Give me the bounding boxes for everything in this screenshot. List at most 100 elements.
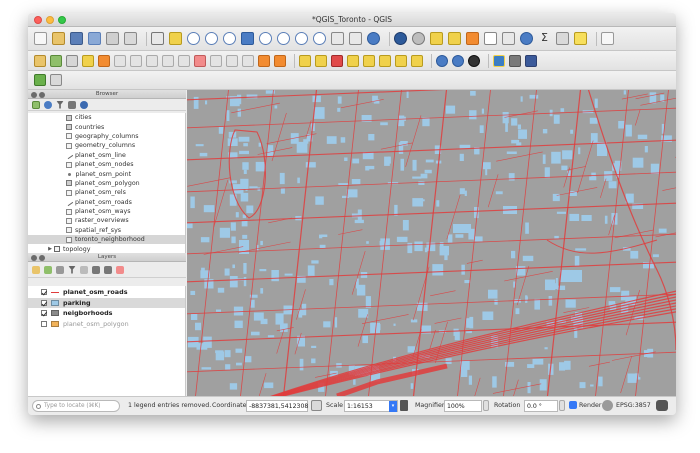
zoom-native-icon[interactable] bbox=[223, 32, 236, 45]
pan-hand-icon[interactable] bbox=[151, 32, 164, 45]
processing-toolbox-icon[interactable] bbox=[520, 32, 533, 45]
map-tips-icon[interactable] bbox=[574, 32, 587, 45]
vertex-tool-icon[interactable] bbox=[162, 54, 174, 67]
move-label-icon[interactable] bbox=[363, 54, 375, 67]
browser-item[interactable]: toronto_neighborhood bbox=[28, 235, 185, 245]
zoom-next-icon[interactable] bbox=[313, 32, 326, 45]
collapse-all-layers-icon[interactable] bbox=[104, 265, 112, 274]
statistics-sigma-icon[interactable]: Σ bbox=[538, 32, 551, 45]
text-annotation-icon[interactable] bbox=[601, 32, 614, 45]
zoom-full-icon[interactable] bbox=[241, 32, 254, 45]
label-tool-icon[interactable] bbox=[299, 54, 311, 67]
bookmarks-icon[interactable] bbox=[349, 32, 362, 45]
digitize-icon[interactable] bbox=[130, 54, 142, 67]
magnifier-field[interactable]: 100% bbox=[444, 400, 482, 412]
data-source-manager-icon[interactable] bbox=[34, 54, 46, 67]
expand-all-icon[interactable] bbox=[92, 265, 100, 274]
browser-item[interactable]: geometry_columns bbox=[28, 141, 185, 150]
browser-item[interactable]: planet_osm_point bbox=[28, 169, 185, 178]
help-icon[interactable] bbox=[525, 54, 537, 67]
save-project-icon[interactable] bbox=[70, 32, 83, 45]
highlight-labels-icon[interactable] bbox=[347, 54, 359, 67]
attribute-table-icon[interactable] bbox=[484, 32, 497, 45]
toggle-extents-icon[interactable] bbox=[311, 400, 322, 411]
crs-label[interactable]: EPSG:3857 bbox=[616, 402, 651, 409]
style-manager-icon[interactable] bbox=[32, 265, 40, 274]
copy-features-icon[interactable] bbox=[226, 54, 238, 67]
browser-item[interactable]: countries bbox=[28, 122, 185, 131]
magnifier-stepper[interactable] bbox=[483, 400, 489, 411]
layer-item[interactable]: neigborhoods bbox=[28, 308, 185, 319]
layer-labeling-icon[interactable] bbox=[315, 54, 327, 67]
select-by-value-icon[interactable] bbox=[448, 32, 461, 45]
coordinate-field[interactable]: -8837381,5412308 bbox=[246, 400, 308, 412]
open-project-icon[interactable] bbox=[52, 32, 65, 45]
zoom-out-icon[interactable] bbox=[205, 32, 218, 45]
layer-visibility-checkbox[interactable] bbox=[41, 299, 47, 306]
browser-item[interactable]: geography_columns bbox=[28, 132, 185, 141]
zoom-in-icon[interactable] bbox=[187, 32, 200, 45]
rotation-field[interactable]: 0.0 ° bbox=[524, 400, 558, 412]
layer-item[interactable]: planet_osm_roads bbox=[28, 287, 185, 298]
db-manager-icon[interactable] bbox=[436, 54, 448, 67]
browser-item[interactable]: cities bbox=[28, 113, 185, 122]
rotate-label-icon[interactable] bbox=[379, 54, 391, 67]
browser-item[interactable]: planet_osm_polygon bbox=[28, 179, 185, 188]
current-edits-icon[interactable] bbox=[82, 54, 94, 67]
new-project-icon[interactable] bbox=[34, 32, 47, 45]
layer-item[interactable]: parking bbox=[28, 297, 185, 308]
move-feature-icon[interactable] bbox=[178, 54, 190, 67]
toggle-editing-pencil-icon[interactable] bbox=[98, 54, 110, 67]
browser-item[interactable]: planet_osm_line bbox=[28, 151, 185, 160]
plugin-manager-icon[interactable] bbox=[509, 54, 521, 67]
layout-manager-icon[interactable] bbox=[124, 32, 137, 45]
zoom-to-selection-icon[interactable] bbox=[259, 32, 272, 45]
browser-item[interactable]: planet_osm_nodes bbox=[28, 160, 185, 169]
map-rendering[interactable] bbox=[187, 90, 676, 396]
browser-item[interactable]: spatial_ref_sys bbox=[28, 226, 185, 235]
locator-search-field[interactable]: Type to locate (⌘K) bbox=[32, 400, 120, 412]
manage-themes-icon[interactable] bbox=[56, 265, 64, 274]
layers-close-icon[interactable] bbox=[31, 254, 37, 261]
measure-line-icon[interactable] bbox=[556, 32, 569, 45]
add-group-icon[interactable] bbox=[44, 265, 52, 274]
filter-legend-icon[interactable] bbox=[68, 265, 76, 274]
identify-icon[interactable] bbox=[394, 32, 407, 45]
browser-item[interactable]: planet_osm_ways bbox=[28, 207, 185, 216]
refresh-icon[interactable] bbox=[367, 32, 380, 45]
rotation-stepper[interactable] bbox=[559, 400, 565, 411]
messages-icon[interactable] bbox=[656, 400, 668, 411]
map-canvas[interactable] bbox=[187, 90, 676, 396]
browser-item[interactable]: raster_overviews bbox=[28, 216, 185, 225]
layer-item[interactable]: planet_osm_polygon bbox=[28, 319, 185, 330]
expand-arrow-icon[interactable]: ▶ bbox=[46, 246, 54, 252]
python-console-icon[interactable] bbox=[493, 54, 505, 67]
browser-float-icon[interactable] bbox=[39, 91, 45, 98]
layer-visibility-checkbox[interactable] bbox=[41, 289, 47, 296]
new-map-view-icon[interactable] bbox=[331, 32, 344, 45]
layer-visibility-checkbox[interactable] bbox=[41, 320, 47, 327]
render-checkbox[interactable] bbox=[569, 401, 577, 409]
paste-features-icon[interactable] bbox=[242, 54, 254, 67]
undo-icon[interactable] bbox=[258, 54, 270, 67]
add-feature-icon[interactable] bbox=[146, 54, 158, 67]
layers-float-icon[interactable] bbox=[39, 254, 45, 261]
refresh-browser-icon[interactable] bbox=[44, 100, 52, 109]
deselect-all-icon[interactable] bbox=[466, 32, 479, 45]
add-vector-layer-icon[interactable] bbox=[50, 54, 62, 67]
browser-item[interactable]: planet_osm_rels bbox=[28, 188, 185, 197]
spatial-bookmark-icon[interactable] bbox=[34, 74, 46, 86]
zoom-to-layer-icon[interactable] bbox=[277, 32, 290, 45]
add-raster-layer-icon[interactable] bbox=[66, 54, 78, 67]
layer-visibility-checkbox[interactable] bbox=[41, 310, 47, 317]
run-feature-action-icon[interactable] bbox=[412, 32, 425, 45]
show-hide-labels-icon[interactable] bbox=[411, 54, 423, 67]
print-layout-icon[interactable] bbox=[106, 32, 119, 45]
georeferencer-icon[interactable] bbox=[468, 54, 480, 67]
lock-scale-icon[interactable] bbox=[400, 400, 408, 411]
redo-icon[interactable] bbox=[274, 54, 286, 67]
metasearch-icon[interactable] bbox=[452, 54, 464, 67]
pan-to-selection-icon[interactable] bbox=[169, 32, 182, 45]
change-label-icon[interactable] bbox=[395, 54, 407, 67]
cut-features-icon[interactable] bbox=[210, 54, 222, 67]
